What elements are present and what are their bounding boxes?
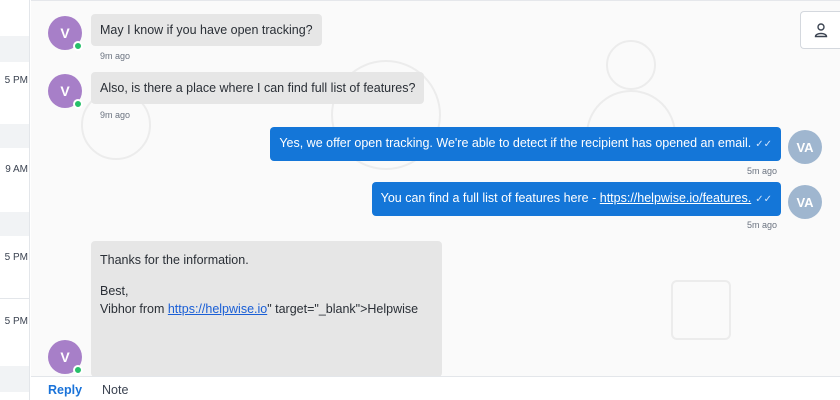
list-item-time[interactable]: 9 AM <box>0 164 28 175</box>
watermark-user-icon <box>606 40 656 90</box>
avatar[interactable]: V <box>48 340 83 375</box>
message-text: You can find a full list of features her… <box>380 191 600 205</box>
list-separator <box>0 36 29 62</box>
message-line: Vibhor from https://helpwise.io" target=… <box>100 300 433 318</box>
avatar-initial: VA <box>796 139 814 155</box>
avatar-initial: V <box>60 25 70 41</box>
list-separator <box>0 124 29 148</box>
message-text: Yes, we offer open tracking. We're able … <box>279 136 752 150</box>
message-timestamp: 9m ago <box>100 110 131 120</box>
online-status-icon <box>73 99 83 109</box>
list-separator <box>0 298 29 299</box>
message-line: Best, <box>100 284 129 298</box>
list-item-time[interactable]: 5 PM <box>0 316 28 327</box>
features-link[interactable]: https://helpwise.io/features. <box>600 191 751 205</box>
incoming-message: May I know if you have open tracking? <box>91 14 322 46</box>
chat-thread: V May I know if you have open tracking? … <box>31 0 840 376</box>
avatar[interactable]: V <box>48 74 83 109</box>
avatar[interactable]: VA <box>788 185 822 219</box>
avatar-initial: V <box>60 83 70 99</box>
message-text: May I know if you have open tracking? <box>100 23 313 37</box>
read-receipt-icon: ✓✓ <box>755 139 772 150</box>
outgoing-message: You can find a full list of features her… <box>371 182 781 216</box>
watermark-chart-icon <box>671 280 731 340</box>
online-status-icon <box>73 365 83 375</box>
conversation-list: 5 PM 9 AM 5 PM 5 PM <box>0 0 30 400</box>
message-timestamp: 5m ago <box>747 220 778 230</box>
message-text: Also, is there a place where I can find … <box>100 81 416 95</box>
avatar-initial: VA <box>796 194 814 210</box>
online-status-icon <box>73 41 83 51</box>
message-text: " target="_blank">Helpwise <box>267 302 419 316</box>
outgoing-message: Yes, we offer open tracking. We're able … <box>270 127 781 161</box>
message-text: Vibhor from <box>100 302 168 316</box>
tab-note[interactable]: Note <box>102 383 128 397</box>
divider <box>31 0 840 4</box>
contact-profile-button[interactable] <box>800 11 840 49</box>
message-timestamp: 9m ago <box>100 51 131 61</box>
tab-reply[interactable]: Reply <box>48 383 82 397</box>
list-item-time[interactable]: 5 PM <box>0 252 28 263</box>
list-separator <box>0 366 29 392</box>
avatar[interactable]: V <box>48 16 83 51</box>
read-receipt-icon: ✓✓ <box>755 194 772 205</box>
message-timestamp: 5m ago <box>747 166 778 176</box>
list-separator <box>0 212 29 236</box>
composer-tabs: Reply Note <box>31 376 840 400</box>
helpwise-link[interactable]: https://helpwise.io <box>168 302 267 316</box>
list-item-time[interactable]: 5 PM <box>0 75 28 86</box>
message-line: Thanks for the information. <box>100 253 249 267</box>
user-icon <box>814 23 827 38</box>
incoming-message: Thanks for the information. Best, Vibhor… <box>91 241 442 376</box>
avatar[interactable]: VA <box>788 130 822 164</box>
avatar-initial: V <box>60 349 70 365</box>
incoming-message: Also, is there a place where I can find … <box>91 72 425 104</box>
